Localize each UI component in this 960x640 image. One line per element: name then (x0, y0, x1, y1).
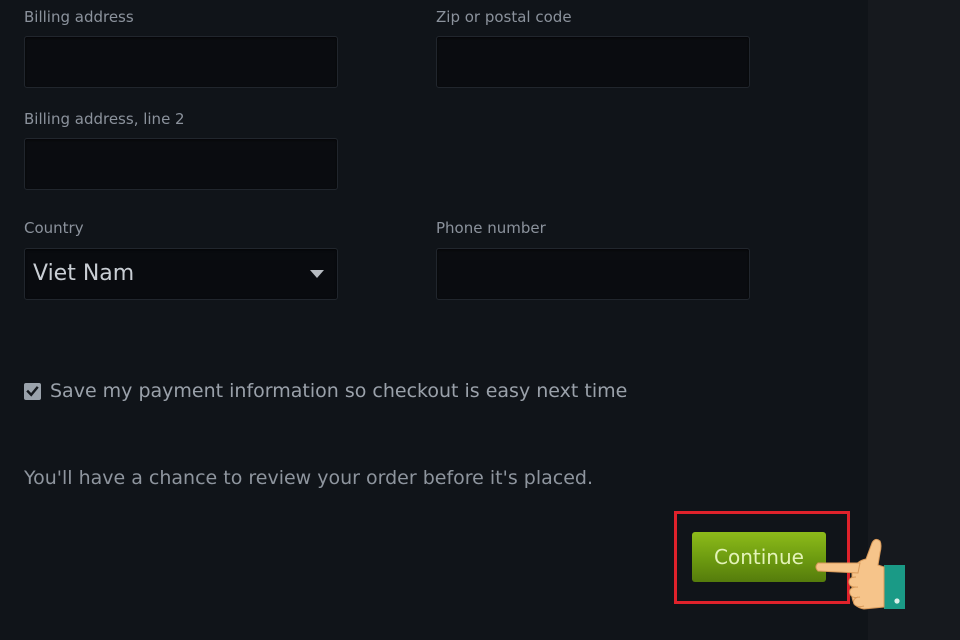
phone-number-label: Phone number (436, 219, 546, 237)
phone-number-input[interactable] (436, 248, 750, 300)
billing-address-line2-label: Billing address, line 2 (24, 110, 185, 128)
checkmark-icon (26, 386, 39, 397)
country-select-value: Viet Nam (33, 261, 135, 286)
hand-pointer-icon (815, 538, 905, 610)
chevron-down-icon (310, 270, 324, 278)
billing-address-label: Billing address (24, 8, 134, 26)
country-select[interactable]: Viet Nam (24, 248, 338, 300)
review-order-note: You'll have a chance to review your orde… (24, 467, 594, 489)
billing-address-input[interactable] (24, 36, 338, 88)
billing-address-line2-input[interactable] (24, 138, 338, 190)
checkout-billing-page: Billing address Zip or postal code Billi… (0, 0, 960, 640)
continue-button[interactable]: Continue (692, 532, 826, 582)
country-label: Country (24, 219, 84, 237)
zip-code-input[interactable] (436, 36, 750, 88)
save-payment-label: Save my payment information so checkout … (50, 380, 628, 402)
zip-code-label: Zip or postal code (436, 8, 572, 26)
save-payment-checkbox[interactable] (24, 383, 41, 400)
